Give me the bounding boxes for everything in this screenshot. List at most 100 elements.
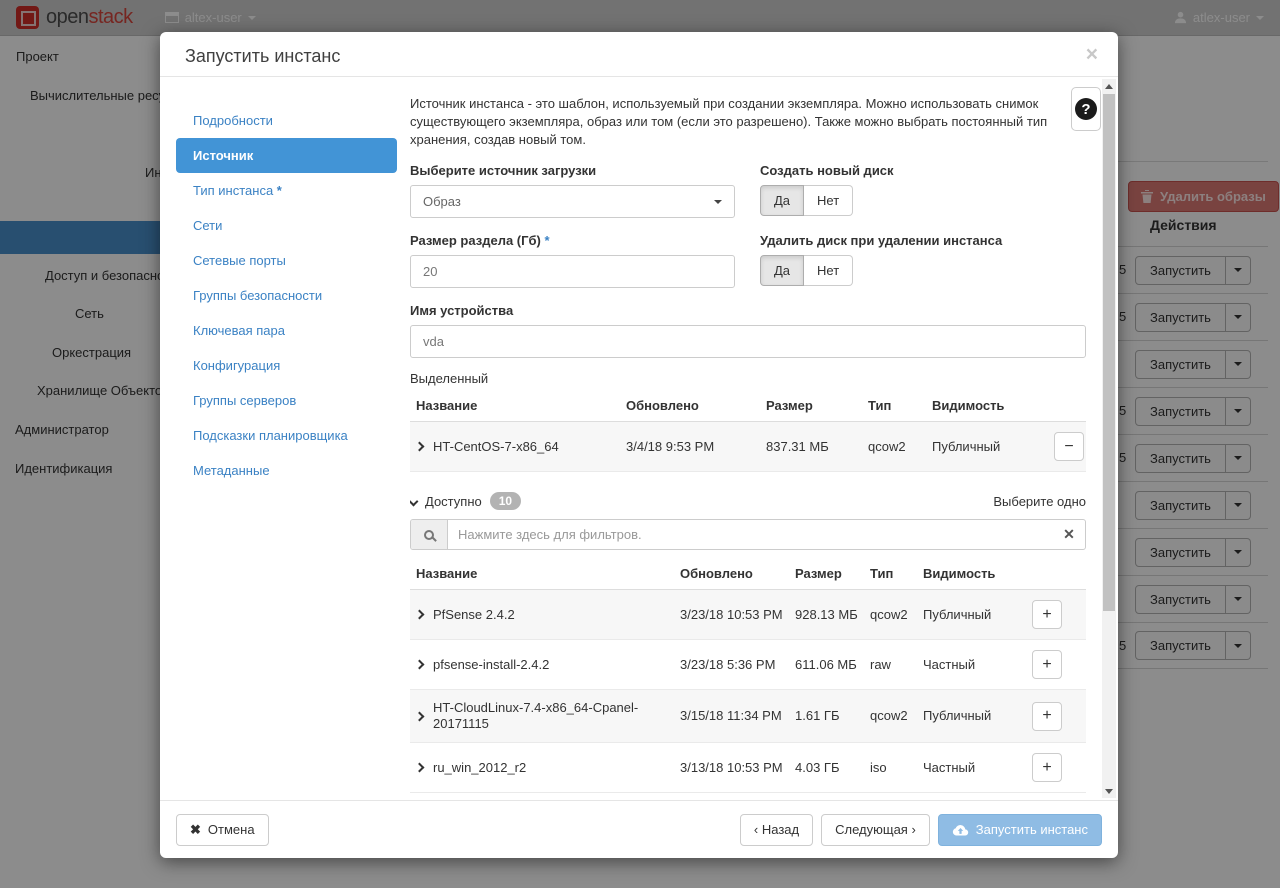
required-asterisk: * [544, 233, 549, 248]
cloud-upload-icon [952, 824, 969, 836]
required-asterisk: * [277, 183, 282, 198]
launch-instance-button[interactable]: Запустить инстанс [938, 814, 1102, 846]
tab-metadata[interactable]: Метаданные [176, 453, 397, 488]
tab-security-groups[interactable]: Группы безопасности [176, 278, 397, 313]
chevron-right-icon[interactable] [415, 610, 425, 620]
image-type: qcow2 [862, 422, 926, 472]
wizard-source-panel: Источник инстанса - это шаблон, использу… [410, 77, 1086, 800]
available-toggle[interactable]: Доступно 10 [410, 492, 521, 510]
delete-on-terminate-toggle: Да Нет [760, 255, 1086, 286]
image-visibility: Частный [917, 743, 1026, 793]
table-header-row: Название Обновлено Размер Тип Видимость [410, 558, 1086, 590]
source-description: Источник инстанса - это шаблон, использу… [410, 95, 1062, 149]
tab-flavor[interactable]: Тип инстанса * [176, 173, 397, 208]
image-size: 928.13 МБ [789, 590, 864, 640]
next-button[interactable]: Следующая › [821, 814, 930, 846]
cancel-button[interactable]: ✖ Отмена [176, 814, 269, 846]
col-size: Размер [760, 390, 862, 422]
close-icon[interactable]: × [1086, 44, 1098, 65]
col-type: Тип [862, 390, 926, 422]
create-volume-toggle: Да Нет [760, 185, 1086, 216]
tab-networks[interactable]: Сети [176, 208, 397, 243]
image-size: 1.61 ГБ [789, 690, 864, 743]
image-type: qcow2 [864, 590, 917, 640]
allocated-label: Выделенный [410, 371, 1086, 386]
delete-volume-yes-button[interactable]: Да [760, 255, 804, 286]
allocated-image-row: HT-CentOS-7-x86_64 3/4/18 9:53 PM 837.31… [410, 422, 1086, 472]
image-name: HT-CentOS-7-x86_64 [433, 439, 559, 455]
image-size: 837.31 МБ [760, 422, 862, 472]
col-size: Размер [789, 558, 864, 590]
filter-input[interactable] [448, 520, 1053, 549]
tab-scheduler-hints[interactable]: Подсказки планировщика [176, 418, 397, 453]
tab-source[interactable]: Источник [176, 138, 397, 173]
clear-filter-icon[interactable]: ✕ [1053, 520, 1085, 549]
modal-scrollbar[interactable] [1102, 79, 1116, 798]
device-name-label: Имя устройства [410, 303, 1086, 318]
create-volume-no-button[interactable]: Нет [804, 185, 853, 216]
image-visibility: Частный [917, 640, 1026, 690]
tab-server-groups[interactable]: Группы серверов [176, 383, 397, 418]
modal-title: Запустить инстанс [185, 46, 340, 67]
add-image-button[interactable]: + [1032, 600, 1062, 629]
boot-source-select[interactable]: Образ [410, 185, 735, 218]
scrollbar-thumb[interactable] [1103, 94, 1115, 611]
available-image-row: pfsense-install-2.4.2 3/23/18 5:36 PM 61… [410, 640, 1086, 690]
col-visibility: Видимость [926, 390, 1048, 422]
add-image-button[interactable]: + [1032, 702, 1062, 731]
chevron-right-icon[interactable] [415, 660, 425, 670]
volume-size-input[interactable] [410, 255, 735, 288]
volume-size-label: Размер раздела (Гб) * [410, 233, 735, 248]
col-type: Тип [864, 558, 917, 590]
table-header-row: Название Обновлено Размер Тип Видимость [410, 390, 1086, 422]
scroll-up-arrow[interactable] [1102, 79, 1116, 93]
select-one-hint: Выберите одно [993, 494, 1086, 509]
delete-volume-no-button[interactable]: Нет [804, 255, 853, 286]
chevron-right-icon[interactable] [415, 442, 425, 452]
tab-details[interactable]: Подробности [176, 103, 397, 138]
available-label: Доступно [425, 494, 482, 509]
add-image-button[interactable]: + [1032, 650, 1062, 679]
launch-instance-modal: Запустить инстанс × Подробности Источник… [160, 32, 1118, 858]
create-volume-label: Создать новый диск [760, 163, 1086, 178]
cancel-x-icon: ✖ [190, 822, 201, 838]
chevron-right-icon[interactable] [415, 711, 425, 721]
image-updated: 3/13/18 10:53 PM [674, 743, 789, 793]
available-image-row: ru_win_2012_r2 3/13/18 10:53 PM 4.03 ГБ … [410, 743, 1086, 793]
create-volume-yes-button[interactable]: Да [760, 185, 804, 216]
search-addon[interactable] [411, 520, 448, 549]
col-updated: Обновлено [674, 558, 789, 590]
image-name: PfSense 2.4.2 [433, 607, 515, 623]
image-size: 4.03 ГБ [789, 743, 864, 793]
scroll-down-arrow[interactable] [1102, 784, 1116, 798]
device-name-input[interactable] [410, 325, 1086, 358]
chevron-down-icon [410, 496, 418, 506]
image-visibility: Публичный [917, 690, 1026, 743]
available-image-row: PfSense 2.4.2 3/23/18 10:53 PM 928.13 МБ… [410, 590, 1086, 640]
search-icon [424, 530, 434, 540]
image-type: qcow2 [864, 690, 917, 743]
wizard-tab-list: Подробности Источник Тип инстанса * Сети… [176, 103, 397, 488]
image-name: pfsense-install-2.4.2 [433, 657, 549, 673]
filter-bar: ✕ [410, 519, 1086, 550]
available-count-badge: 10 [490, 492, 521, 510]
image-size: 611.06 МБ [789, 640, 864, 690]
tab-configuration[interactable]: Конфигурация [176, 348, 397, 383]
remove-image-button[interactable]: − [1054, 432, 1084, 461]
image-updated: 3/4/18 9:53 PM [620, 422, 760, 472]
chevron-down-icon [714, 200, 722, 204]
allocated-table: Название Обновлено Размер Тип Видимость … [410, 390, 1086, 472]
tab-network-ports[interactable]: Сетевые порты [176, 243, 397, 278]
modal-footer: ✖ Отмена ‹ Назад Следующая › Запустить и… [160, 800, 1118, 858]
tab-key-pair[interactable]: Ключевая пара [176, 313, 397, 348]
back-button[interactable]: ‹ Назад [740, 814, 813, 846]
help-button[interactable]: ? [1071, 87, 1101, 131]
image-visibility: Публичный [917, 590, 1026, 640]
image-name: ru_win_2012_r2 [433, 760, 526, 776]
add-image-button[interactable]: + [1032, 753, 1062, 782]
delete-on-terminate-label: Удалить диск при удалении инстанса [760, 233, 1086, 248]
chevron-right-icon[interactable] [415, 763, 425, 773]
image-updated: 3/23/18 10:53 PM [674, 590, 789, 640]
available-table: Название Обновлено Размер Тип Видимость … [410, 558, 1086, 793]
col-name: Название [410, 390, 620, 422]
